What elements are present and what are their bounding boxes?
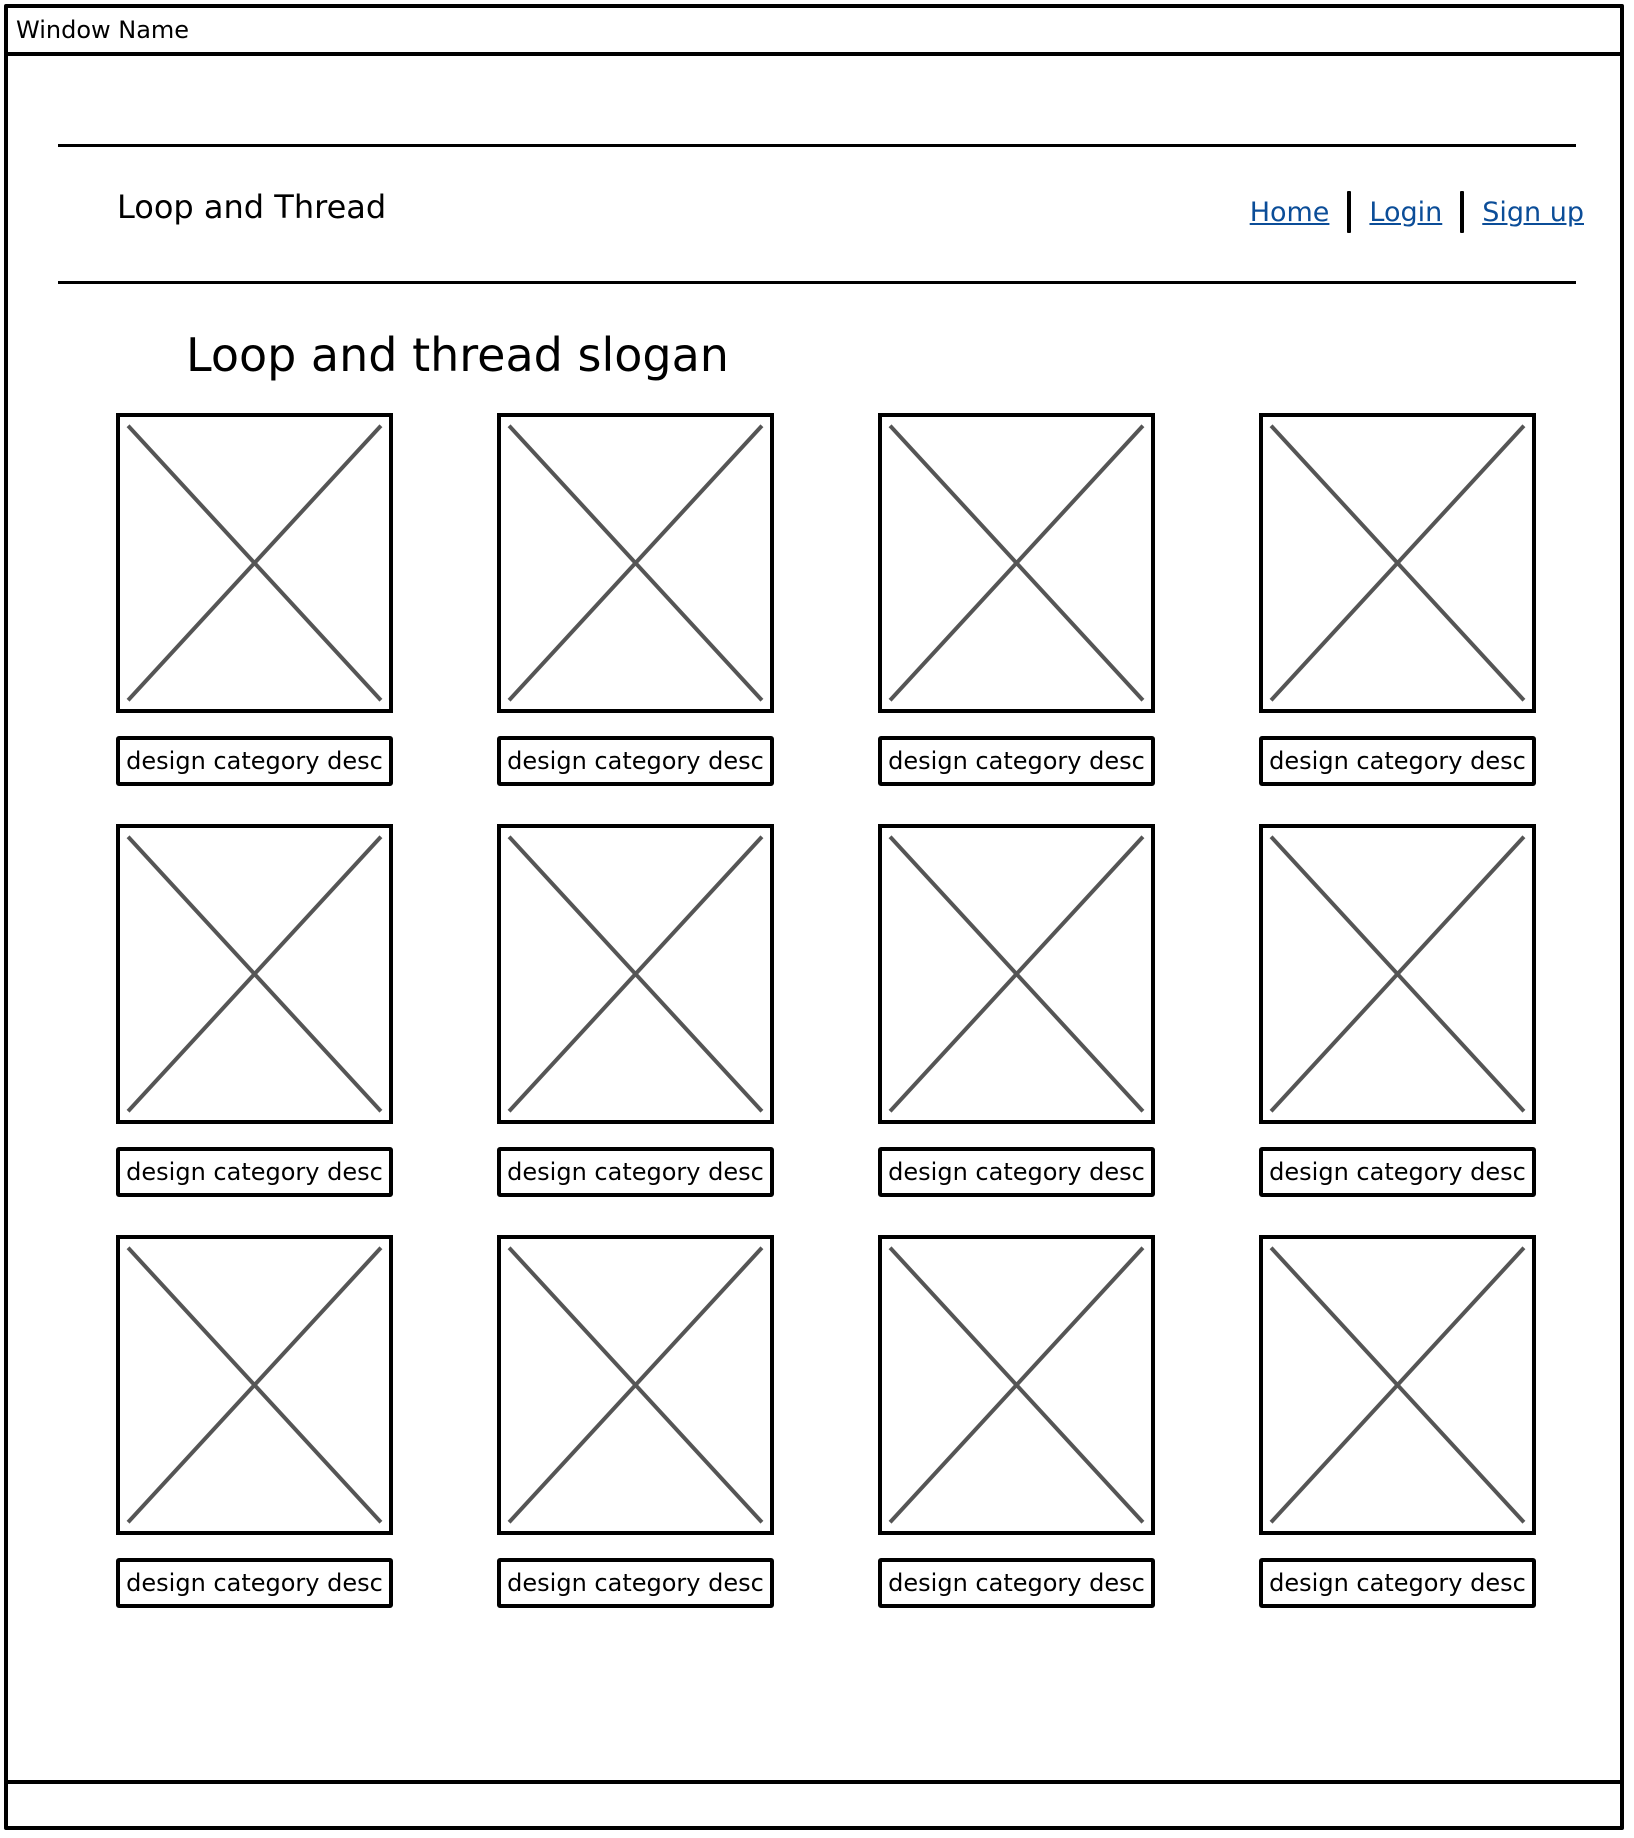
main-nav: Home Login Sign up xyxy=(1250,191,1584,233)
image-placeholder-icon[interactable] xyxy=(116,1235,393,1535)
image-placeholder-icon[interactable] xyxy=(878,413,1155,713)
image-placeholder-icon[interactable] xyxy=(1259,1235,1536,1535)
nav-link-signup[interactable]: Sign up xyxy=(1482,197,1584,228)
category-card[interactable]: design category desc xyxy=(1259,824,1536,1197)
app-window: Window Name Loop and Thread Home Login S… xyxy=(4,4,1624,1830)
image-placeholder-icon[interactable] xyxy=(497,1235,774,1535)
image-placeholder-icon[interactable] xyxy=(1259,824,1536,1124)
category-desc[interactable]: design category desc xyxy=(1259,736,1536,786)
category-card[interactable]: design category desc xyxy=(1259,413,1536,786)
category-desc[interactable]: design category desc xyxy=(116,736,393,786)
page-slogan: Loop and thread slogan xyxy=(186,328,729,382)
category-card[interactable]: design category desc xyxy=(497,413,774,786)
category-desc[interactable]: design category desc xyxy=(878,1558,1155,1608)
site-brand[interactable]: Loop and Thread xyxy=(117,188,386,226)
nav-separator xyxy=(1347,191,1352,233)
category-card[interactable]: design category desc xyxy=(116,1235,393,1608)
image-placeholder-icon[interactable] xyxy=(497,824,774,1124)
image-placeholder-icon[interactable] xyxy=(1259,413,1536,713)
category-desc[interactable]: design category desc xyxy=(1259,1147,1536,1197)
window-statusbar xyxy=(8,1780,1620,1826)
category-desc[interactable]: design category desc xyxy=(116,1147,393,1197)
nav-link-home[interactable]: Home xyxy=(1250,197,1330,228)
category-card[interactable]: design category desc xyxy=(116,413,393,786)
image-placeholder-icon[interactable] xyxy=(497,413,774,713)
category-card[interactable]: design category desc xyxy=(116,824,393,1197)
category-desc[interactable]: design category desc xyxy=(497,736,774,786)
category-desc[interactable]: design category desc xyxy=(497,1147,774,1197)
image-placeholder-icon[interactable] xyxy=(878,824,1155,1124)
category-desc[interactable]: design category desc xyxy=(878,1147,1155,1197)
category-card[interactable]: design category desc xyxy=(1259,1235,1536,1608)
category-desc[interactable]: design category desc xyxy=(497,1558,774,1608)
header-bottom-divider xyxy=(58,281,1576,284)
image-placeholder-icon[interactable] xyxy=(116,824,393,1124)
image-placeholder-icon[interactable] xyxy=(878,1235,1155,1535)
category-card[interactable]: design category desc xyxy=(878,413,1155,786)
category-card[interactable]: design category desc xyxy=(878,824,1155,1197)
category-grid: design category desc design category des… xyxy=(116,413,1536,1608)
category-desc[interactable]: design category desc xyxy=(1259,1558,1536,1608)
nav-link-login[interactable]: Login xyxy=(1369,197,1442,228)
nav-separator xyxy=(1460,191,1465,233)
category-desc[interactable]: design category desc xyxy=(878,736,1155,786)
image-placeholder-icon[interactable] xyxy=(116,413,393,713)
window-title: Window Name xyxy=(16,16,190,44)
window-titlebar[interactable]: Window Name xyxy=(8,8,1620,56)
category-card[interactable]: design category desc xyxy=(497,824,774,1197)
category-card[interactable]: design category desc xyxy=(878,1235,1155,1608)
header-top-divider xyxy=(58,144,1576,147)
category-card[interactable]: design category desc xyxy=(497,1235,774,1608)
category-desc[interactable]: design category desc xyxy=(116,1558,393,1608)
